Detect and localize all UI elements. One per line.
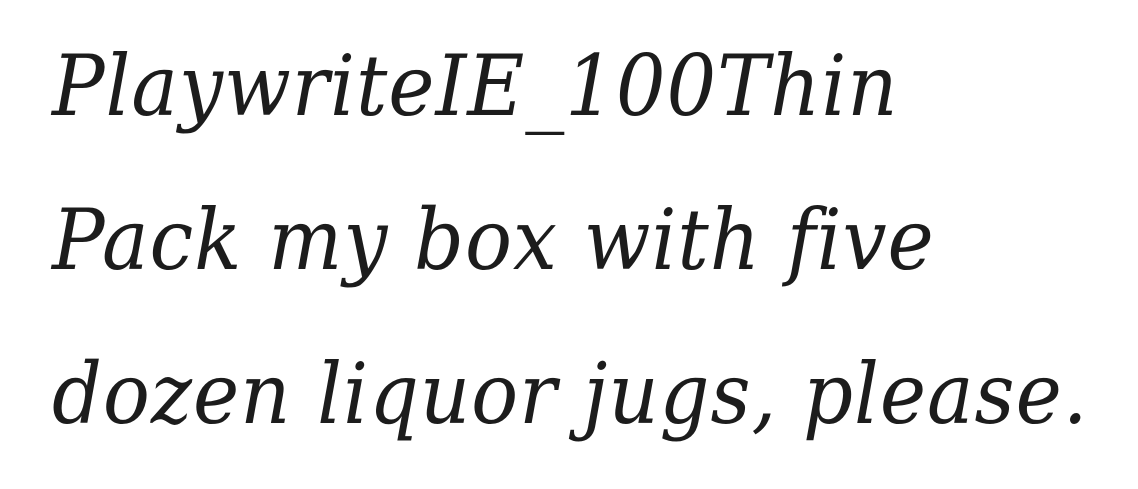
pangram-line-1: Pack my box with five: [52, 191, 935, 289]
font-name-heading: PlaywriteIE_100Thin: [52, 37, 899, 135]
pangram-line-2: dozen liquor jugs, please.: [52, 345, 1089, 443]
font-specimen-canvas: PlaywriteIE_100Thin Pack my box with fiv…: [0, 0, 1138, 489]
